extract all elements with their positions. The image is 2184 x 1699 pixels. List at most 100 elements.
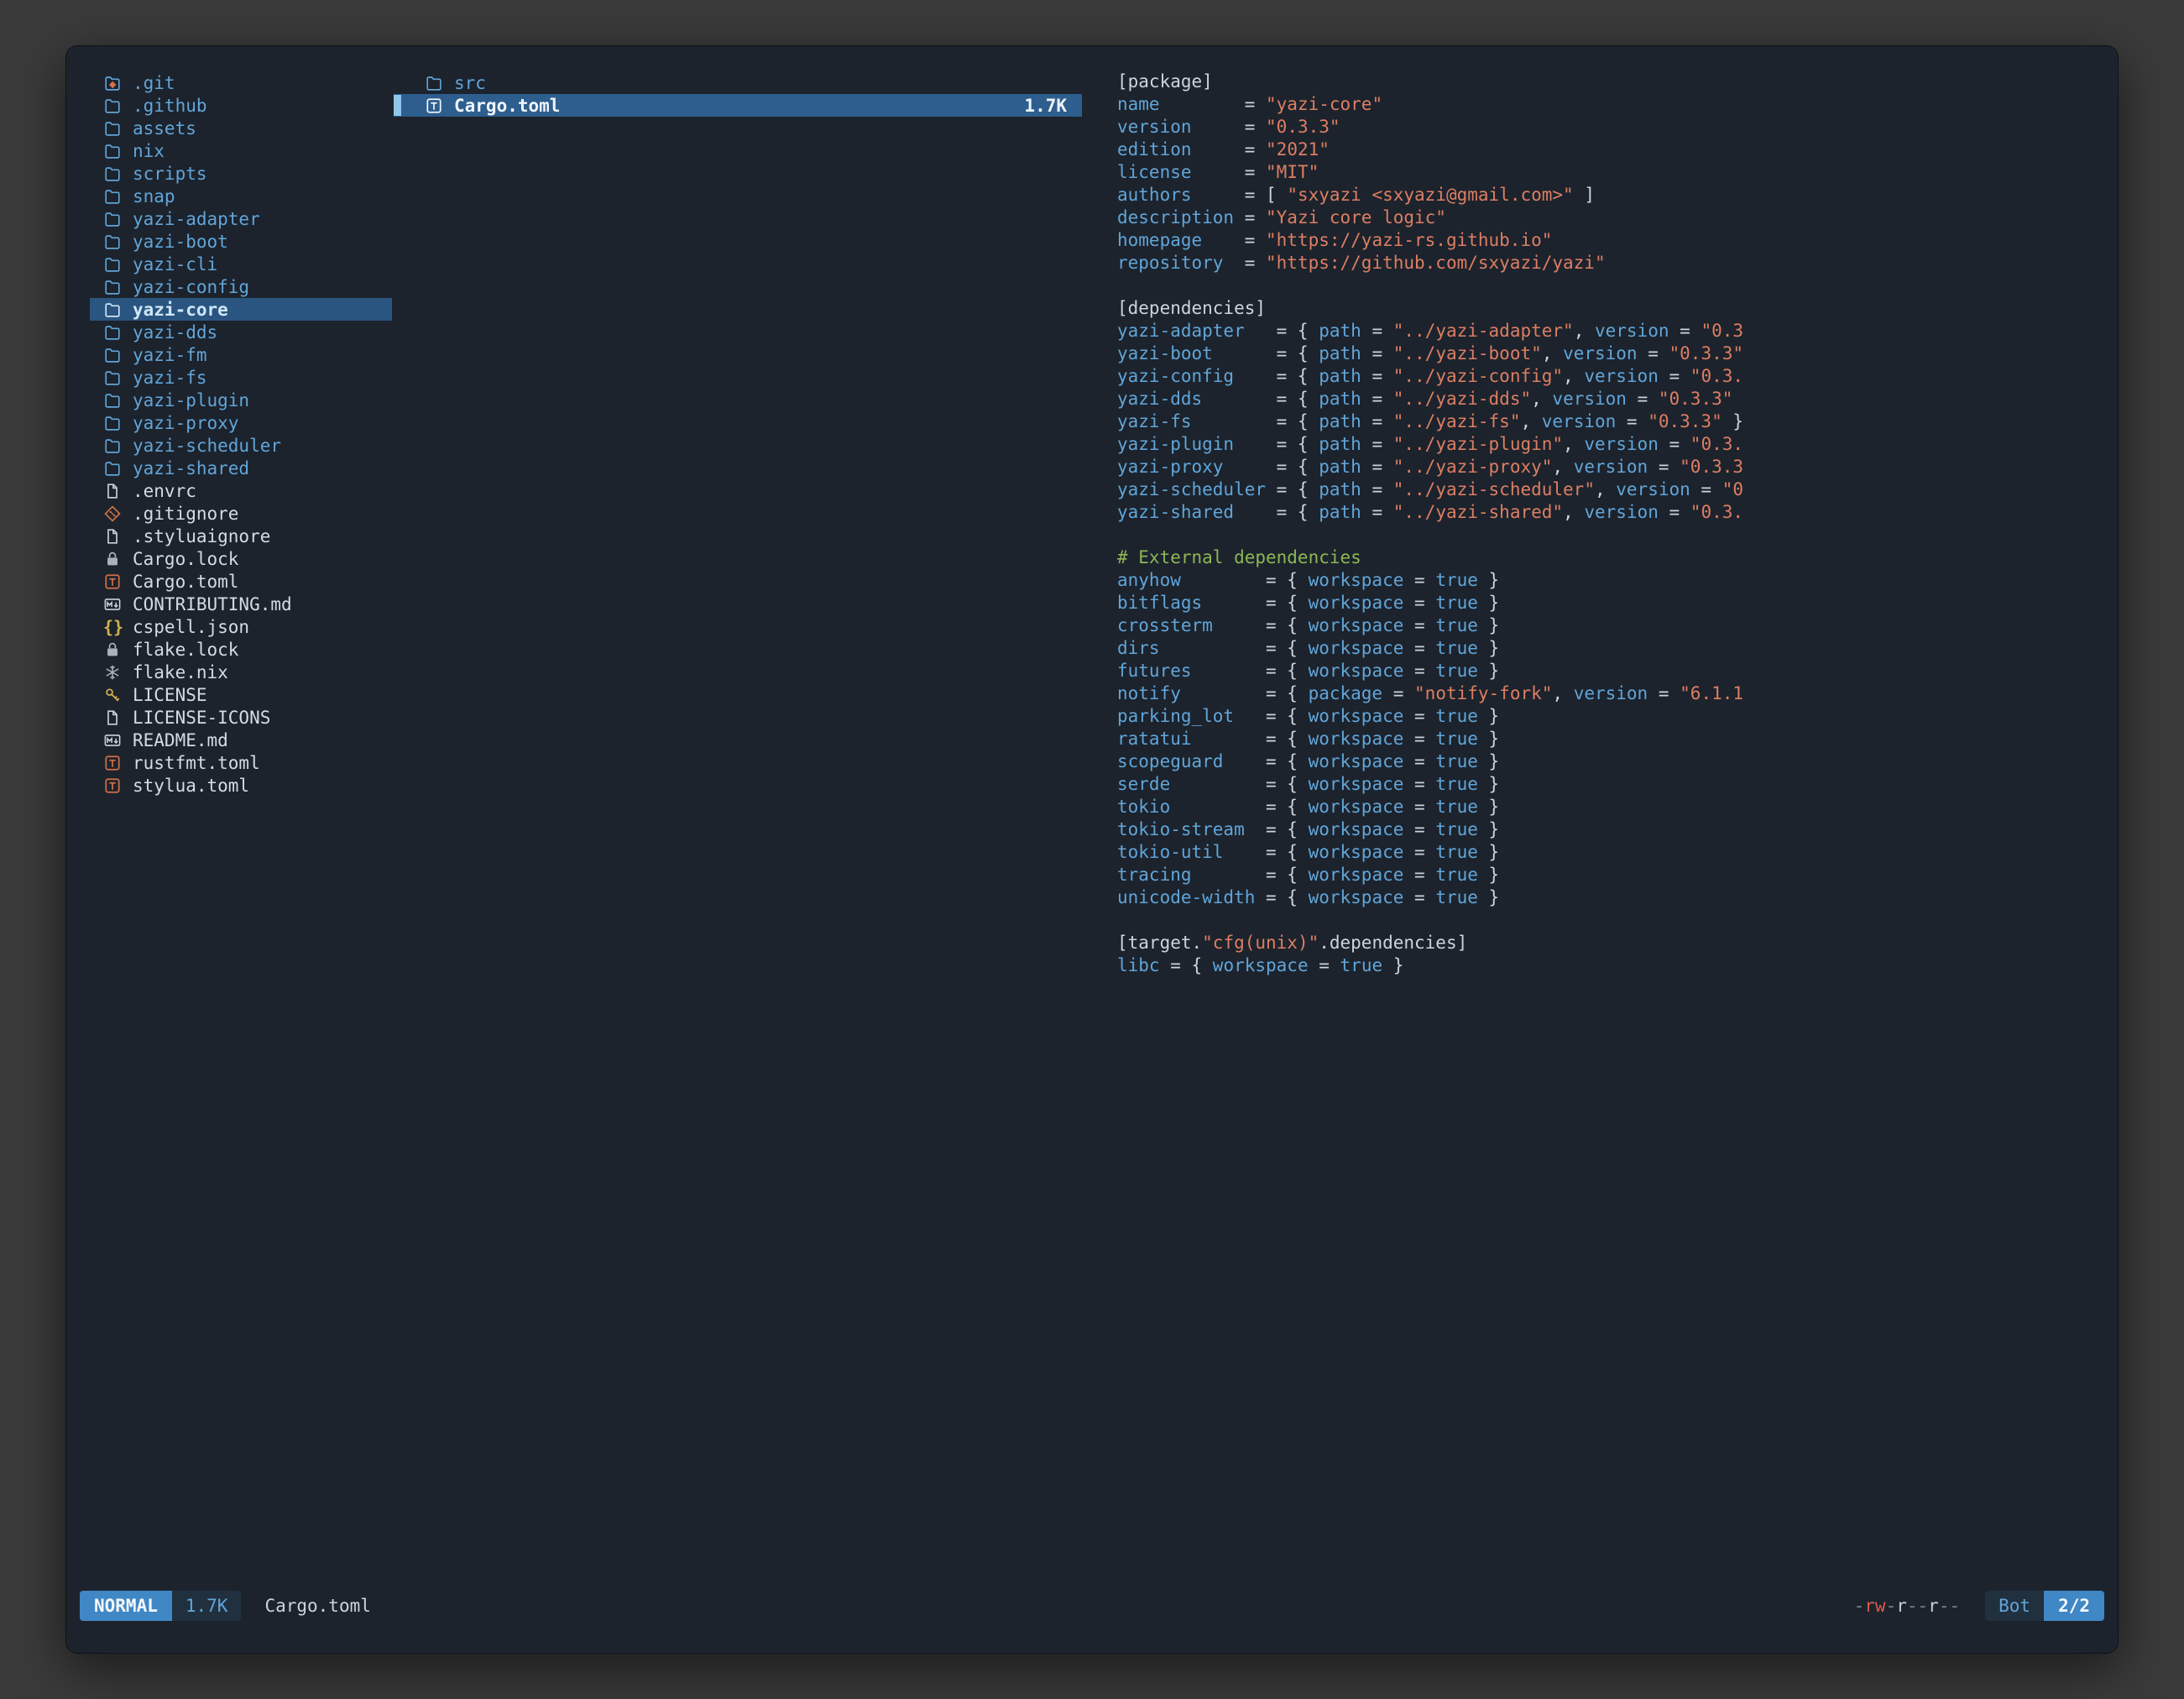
file-row-yazi-dds[interactable]: yazi-dds [90, 321, 392, 343]
file-row-scripts[interactable]: scripts [90, 162, 392, 185]
file-row-nix[interactable]: nix [90, 139, 392, 162]
current-pane[interactable]: srcCargo.toml1.7K [394, 71, 1082, 117]
syntax-token: version [1574, 457, 1648, 477]
file-icon [103, 708, 125, 727]
preview-line: name = "yazi-core" [1117, 94, 2098, 117]
syntax-token: version [1584, 502, 1659, 522]
file-row-yazi-scheduler[interactable]: yazi-scheduler [90, 434, 392, 457]
file-row-Cargo.lock[interactable]: Cargo.lock [90, 547, 392, 570]
syntax-token: version [1616, 479, 1690, 499]
syntax-token: = [1234, 207, 1266, 227]
syntax-token: } [1478, 638, 1499, 658]
preview-line: serde = { workspace = true } [1117, 774, 2098, 797]
file-row-.github[interactable]: .github [90, 94, 392, 117]
syntax-token: bitflags [1117, 593, 1202, 613]
preview-line: yazi-shared = { path = "../yazi-shared",… [1117, 502, 2098, 525]
syntax-token: workspace [1309, 706, 1404, 726]
syntax-token: version [1584, 366, 1659, 386]
file-row-yazi-fm[interactable]: yazi-fm [90, 343, 392, 366]
file-label: stylua.toml [133, 776, 249, 796]
file-row-snap[interactable]: snap [90, 185, 392, 207]
syntax-token: libc [1117, 955, 1160, 975]
syntax-token: = [1361, 411, 1393, 431]
preview-line: tokio-util = { workspace = true } [1117, 842, 2098, 865]
syntax-token: "0.3. [1690, 502, 1743, 522]
syntax-token: = [1361, 479, 1393, 499]
syntax-token: unicode-width [1117, 887, 1255, 907]
file-row-README.md[interactable]: README.md [90, 729, 392, 751]
file-row-yazi-proxy[interactable]: yazi-proxy [90, 411, 392, 434]
file-label: .gitignore [133, 504, 238, 524]
syntax-token: parking_lot [1117, 706, 1234, 726]
syntax-token: = { [1202, 593, 1308, 613]
file-row-yazi-shared[interactable]: yazi-shared [90, 457, 392, 479]
file-label: yazi-fs [133, 368, 207, 388]
syntax-token: = [1403, 706, 1435, 726]
file-row-.styluaignore[interactable]: .styluaignore [90, 525, 392, 547]
syntax-token: true [1435, 570, 1478, 590]
syntax-token: ] [1574, 185, 1595, 205]
file-row-yazi-plugin[interactable]: yazi-plugin [90, 389, 392, 411]
preview-pane[interactable]: [package]name = "yazi-core"version = "0.… [1117, 71, 2098, 978]
file-row-yazi-cli[interactable]: yazi-cli [90, 253, 392, 275]
syntax-token: = { [1245, 819, 1309, 839]
syntax-token: = [1403, 819, 1435, 839]
syntax-token: tracing [1117, 865, 1192, 885]
syntax-token: "../yazi-dds" [1393, 389, 1531, 409]
file-icon [103, 527, 125, 546]
file-row-stylua.toml[interactable]: stylua.toml [90, 774, 392, 797]
preview-line: yazi-scheduler = { path = "../yazi-sched… [1117, 479, 2098, 502]
file-row-yazi-boot[interactable]: yazi-boot [90, 230, 392, 253]
syntax-token: workspace [1213, 955, 1309, 975]
parent-pane[interactable]: .git.githubassetsnixscriptssnapyazi-adap… [90, 71, 392, 797]
file-label: yazi-config [133, 277, 249, 297]
file-row-yazi-fs[interactable]: yazi-fs [90, 366, 392, 389]
preview-line: authors = [ "sxyazi <sxyazi@gmail.com>" … [1117, 185, 2098, 207]
file-row-yazi-core[interactable]: yazi-core [90, 298, 392, 321]
file-row-flake.lock[interactable]: flake.lock [90, 638, 392, 661]
syntax-token: = [1648, 457, 1680, 477]
json-icon: {} [103, 618, 125, 636]
file-label: flake.nix [133, 662, 228, 682]
syntax-token: = [1690, 479, 1722, 499]
file-row-yazi-config[interactable]: yazi-config [90, 275, 392, 298]
file-row-Cargo.toml[interactable]: Cargo.toml [90, 570, 392, 593]
file-row-CONTRIBUTING.md[interactable]: CONTRIBUTING.md [90, 593, 392, 615]
syntax-token: true [1435, 593, 1478, 613]
file-row-LICENSE-ICONS[interactable]: LICENSE-ICONS [90, 706, 392, 729]
syntax-token: name [1117, 94, 1160, 114]
file-size: 1.7K [1024, 96, 1067, 116]
syntax-token: = [1403, 729, 1435, 749]
syntax-token: workspace [1309, 751, 1404, 771]
syntax-token: } [1478, 887, 1499, 907]
syntax-token: = [1192, 139, 1267, 159]
file-row-rustfmt.toml[interactable]: rustfmt.toml [90, 751, 392, 774]
file-row-flake.nix[interactable]: flake.nix [90, 661, 392, 683]
file-row-LICENSE[interactable]: LICENSE [90, 683, 392, 706]
file-row-yazi-adapter[interactable]: yazi-adapter [90, 207, 392, 230]
preview-line: license = "MIT" [1117, 162, 2098, 185]
syntax-token: true [1340, 955, 1383, 975]
syntax-token: package [1309, 683, 1383, 703]
file-row-Cargo.toml[interactable]: Cargo.toml1.7K [394, 94, 1082, 117]
file-row-.git[interactable]: .git [90, 71, 392, 94]
syntax-token: "sxyazi <sxyazi@gmail.com>" [1287, 185, 1573, 205]
file-label: yazi-scheduler [133, 436, 281, 456]
file-row-src[interactable]: src [394, 71, 1082, 94]
syntax-token: } [1478, 661, 1499, 681]
syntax-token: = { [1181, 570, 1309, 590]
file-row-.envrc[interactable]: .envrc [90, 479, 392, 502]
file-row-assets[interactable]: assets [90, 117, 392, 139]
file-row-cspell.json[interactable]: {}cspell.json [90, 615, 392, 638]
syntax-token: = { [1213, 615, 1309, 635]
syntax-token: true [1435, 774, 1478, 794]
syntax-token: ratatui [1117, 729, 1192, 749]
preview-line: unicode-width = { workspace = true } [1117, 887, 2098, 910]
syntax-token: true [1435, 615, 1478, 635]
syntax-token: "0.3.3" [1266, 117, 1340, 137]
syntax-token: = [1403, 842, 1435, 862]
syntax-token: version [1563, 343, 1638, 363]
syntax-token: = [1403, 887, 1435, 907]
syntax-token: workspace [1309, 797, 1404, 817]
file-row-.gitignore[interactable]: .gitignore [90, 502, 392, 525]
